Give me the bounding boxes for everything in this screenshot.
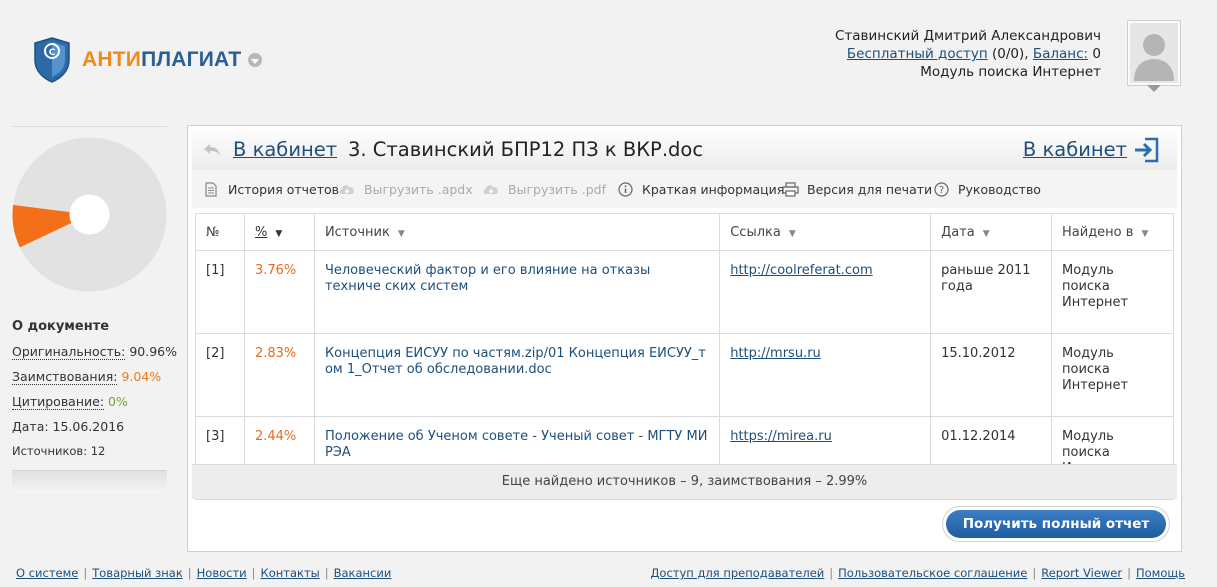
row-num: [2]: [195, 333, 245, 417]
document-date: Дата: 15.06.2016: [12, 419, 125, 434]
back-to-cabinet-link-right[interactable]: В кабинет: [1023, 138, 1127, 161]
report-titlebar: В кабинет 3. Ставинский БПР12 ПЗ к ВКР.d…: [192, 130, 1177, 171]
svg-text:C: C: [49, 48, 56, 58]
footer-link-about[interactable]: О системе: [16, 566, 78, 580]
user-module: Модуль поиска Интернет: [920, 64, 1101, 80]
more-sources-note: Еще найдено источников – 9, заимствовани…: [192, 464, 1177, 499]
borrowing-value: 9.04%: [121, 369, 162, 384]
pie-chart: [12, 137, 167, 292]
table-header-row: № % ▼ Источник ▼ Ссылка ▼ Дата ▼ Найдено в ▼: [195, 213, 1174, 251]
toolbar-print-version[interactable]: Версия для печати: [781, 181, 932, 197]
user-name: Ставинский Дмитрий Александрович: [834, 28, 1101, 44]
brand-name: АНТИПЛАГИАТ: [82, 48, 242, 71]
brand-dropdown-icon[interactable]: [248, 53, 263, 67]
footer-link-report-viewer[interactable]: Report Viewer: [1041, 566, 1122, 580]
toolbar-export-pdf[interactable]: Выгрузить .pdf: [482, 181, 606, 197]
back-to-cabinet-link[interactable]: В кабинет: [233, 138, 337, 161]
help-icon: ?: [932, 181, 950, 197]
toolbar-guide[interactable]: ? Руководство: [932, 181, 1041, 197]
footer-link-vacancies[interactable]: Вакансии: [334, 566, 392, 580]
row-source[interactable]: Человеческий фактор и его влияние на отк…: [313, 250, 721, 334]
sort-icon[interactable]: ▼: [398, 229, 405, 239]
report-panel: В кабинет 3. Ставинский БПР12 ПЗ к ВКР.d…: [187, 125, 1182, 552]
get-full-report-button[interactable]: Получить полный отчет: [946, 510, 1166, 538]
row-link[interactable]: http://coolreferat.com: [730, 263, 872, 278]
column-header-found-in[interactable]: Найдено в ▼: [1051, 213, 1174, 251]
access-counts: (0/0),: [992, 46, 1029, 62]
row-num: [1]: [195, 250, 245, 334]
row-percent: 2.83%: [243, 333, 315, 417]
toolbar-label: Выгрузить .pdf: [508, 181, 606, 197]
free-access-link[interactable]: Бесплатный доступ: [847, 46, 988, 62]
info-icon: [616, 181, 634, 197]
footer-link-trademark[interactable]: Товарный знак: [92, 566, 183, 580]
sort-icon[interactable]: ▼: [789, 229, 796, 239]
sort-icon[interactable]: ▼: [983, 229, 990, 239]
toolbar-history-reports[interactable]: История отчетов: [202, 181, 339, 197]
avatar[interactable]: [1127, 20, 1181, 92]
footer-link-agreement[interactable]: Пользовательское соглашение: [838, 566, 1027, 580]
toolbar-label: История отчетов: [228, 181, 340, 197]
sort-desc-icon[interactable]: ▼: [275, 229, 282, 239]
sources-count: Источников: 12: [12, 444, 106, 458]
logo[interactable]: C АНТИПЛАГИАТ: [32, 36, 263, 84]
document-info: О документе Оригинальность: 90.96% Заимс…: [12, 314, 177, 464]
row-percent: 3.76%: [243, 250, 315, 334]
user-silhouette-icon: [1134, 34, 1174, 81]
back-arrow-icon[interactable]: [202, 141, 222, 159]
toolbar-label: Краткая информация: [642, 181, 785, 197]
sidebar-bottom-bar: [12, 470, 167, 493]
svg-text:?: ?: [938, 185, 943, 196]
column-header-link[interactable]: Ссылка ▼: [719, 213, 932, 251]
document-title: 3. Ставинский БПР12 ПЗ к ВКР.doc: [348, 138, 704, 161]
originality-value: 90.96%: [129, 344, 177, 359]
toolbar-brief-info[interactable]: Краткая информация: [616, 181, 784, 197]
row-link-cell: http://mrsu.ru: [719, 333, 932, 417]
originality-label[interactable]: Оригинальность:: [12, 344, 126, 360]
cloud-download-icon: [482, 181, 500, 197]
footer-left: О системе | Товарный знак | Новости | Контакты…: [16, 566, 392, 580]
borrowing-label[interactable]: Заимствования:: [12, 369, 118, 385]
table-row: [2] 2.83% Концепция ЕИСУУ по частям.zip/…: [195, 333, 1174, 417]
sources-table: № % ▼ Источник ▼ Ссылка ▼ Дата ▼ Найдено в ▼ …: [195, 213, 1174, 500]
balance-link[interactable]: Баланс:: [1033, 46, 1088, 62]
footer-link-teachers[interactable]: Доступ для преподавателей: [650, 566, 824, 580]
row-date: раньше 2011 года: [930, 250, 1052, 334]
toolbar-label: Выгрузить .apdx: [364, 181, 473, 197]
report-toolbar: История отчетов Выгрузить .apdx Выгрузит…: [192, 170, 1177, 208]
toolbar-label: Версия для печати: [807, 181, 933, 197]
footer-right: Доступ для преподавателей | Пользовательск…: [650, 566, 1185, 580]
citation-value: 0%: [108, 394, 128, 409]
column-header-date[interactable]: Дата ▼: [930, 213, 1052, 251]
citation-label[interactable]: Цитирование:: [12, 394, 105, 410]
printer-icon: [781, 181, 799, 197]
footer-link-contacts[interactable]: Контакты: [261, 566, 320, 580]
row-link-cell: http://coolreferat.com: [719, 250, 932, 334]
document-info-title: О документе: [12, 319, 110, 334]
toolbar-export-apdx[interactable]: Выгрузить .apdx: [338, 181, 473, 197]
table-row: [1] 3.76% Человеческий фактор и его влия…: [195, 250, 1174, 334]
footer-link-news[interactable]: Новости: [197, 566, 247, 580]
row-found-in: Модуль поиска Интернет: [1051, 333, 1174, 417]
sidebar-divider: [12, 126, 167, 127]
exit-to-cabinet-icon[interactable]: [1133, 137, 1159, 163]
row-link[interactable]: http://mrsu.ru: [730, 346, 821, 361]
row-date: 15.10.2012: [930, 333, 1052, 417]
cloud-download-icon: [338, 181, 356, 197]
pie-center-hole: [69, 194, 110, 235]
row-link[interactable]: https://mirea.ru: [730, 429, 832, 444]
footer-link-help[interactable]: Помощь: [1136, 566, 1185, 580]
document-icon: [202, 181, 220, 197]
shield-logo-icon: C: [34, 37, 70, 83]
row-found-in: Модуль поиска Интернет: [1051, 250, 1174, 334]
full-report-button-frame: Получить полный отчет: [943, 507, 1169, 541]
sort-icon[interactable]: ▼: [1141, 229, 1148, 239]
column-header-num: №: [195, 213, 245, 251]
toolbar-label: Руководство: [958, 181, 1041, 197]
column-header-percent[interactable]: % ▼: [243, 213, 315, 251]
row-source[interactable]: Концепция ЕИСУУ по частям.zip/01 Концепц…: [313, 333, 721, 417]
column-header-source[interactable]: Источник ▼: [313, 213, 721, 251]
user-info: Ставинский Дмитрий Александрович Бесплат…: [835, 27, 1101, 81]
balance-value: 0: [1092, 46, 1101, 62]
